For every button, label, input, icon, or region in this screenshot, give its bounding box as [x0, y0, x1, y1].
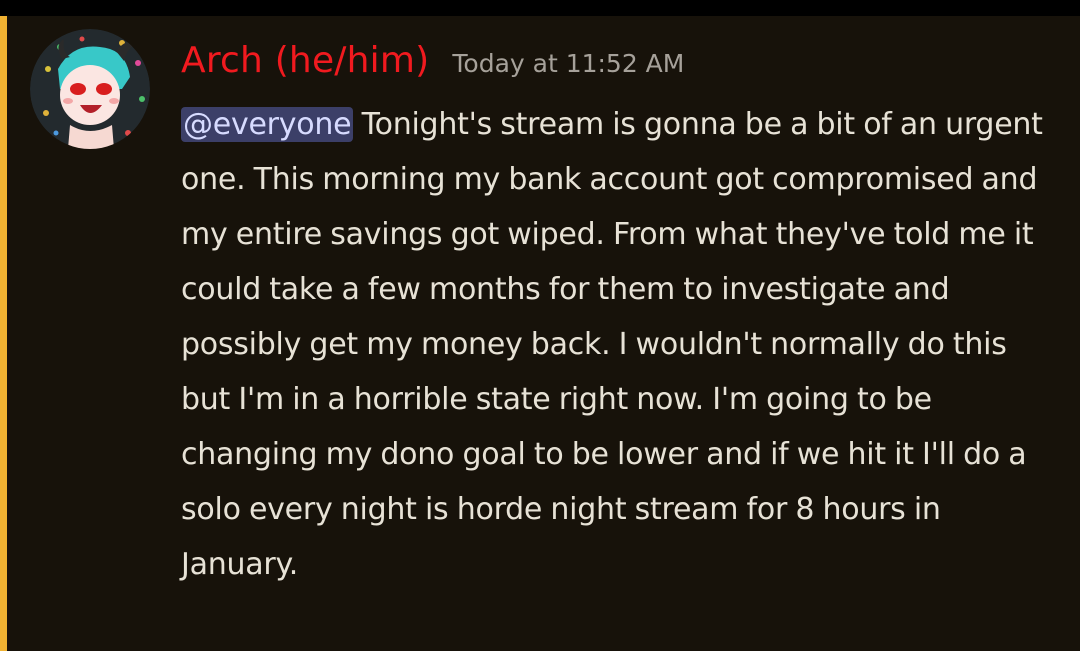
avatar-icon	[30, 29, 150, 149]
message-body: Tonight's stream is gonna be a bit of an…	[181, 107, 1043, 582]
chat-message[interactable]: Arch (he/him) Today at 11:52 AM @everyon…	[0, 16, 1080, 651]
message-content: @everyone Tonight's stream is gonna be a…	[181, 97, 1061, 592]
avatar[interactable]	[30, 29, 150, 149]
everyone-mention[interactable]: @everyone	[181, 107, 354, 142]
mention-highlight-bar	[0, 16, 7, 651]
message-header: Arch (he/him) Today at 11:52 AM	[181, 40, 684, 96]
message-timestamp[interactable]: Today at 11:52 AM	[452, 49, 684, 78]
top-bar	[0, 0, 1080, 16]
author-username[interactable]: Arch (he/him)	[181, 40, 429, 81]
